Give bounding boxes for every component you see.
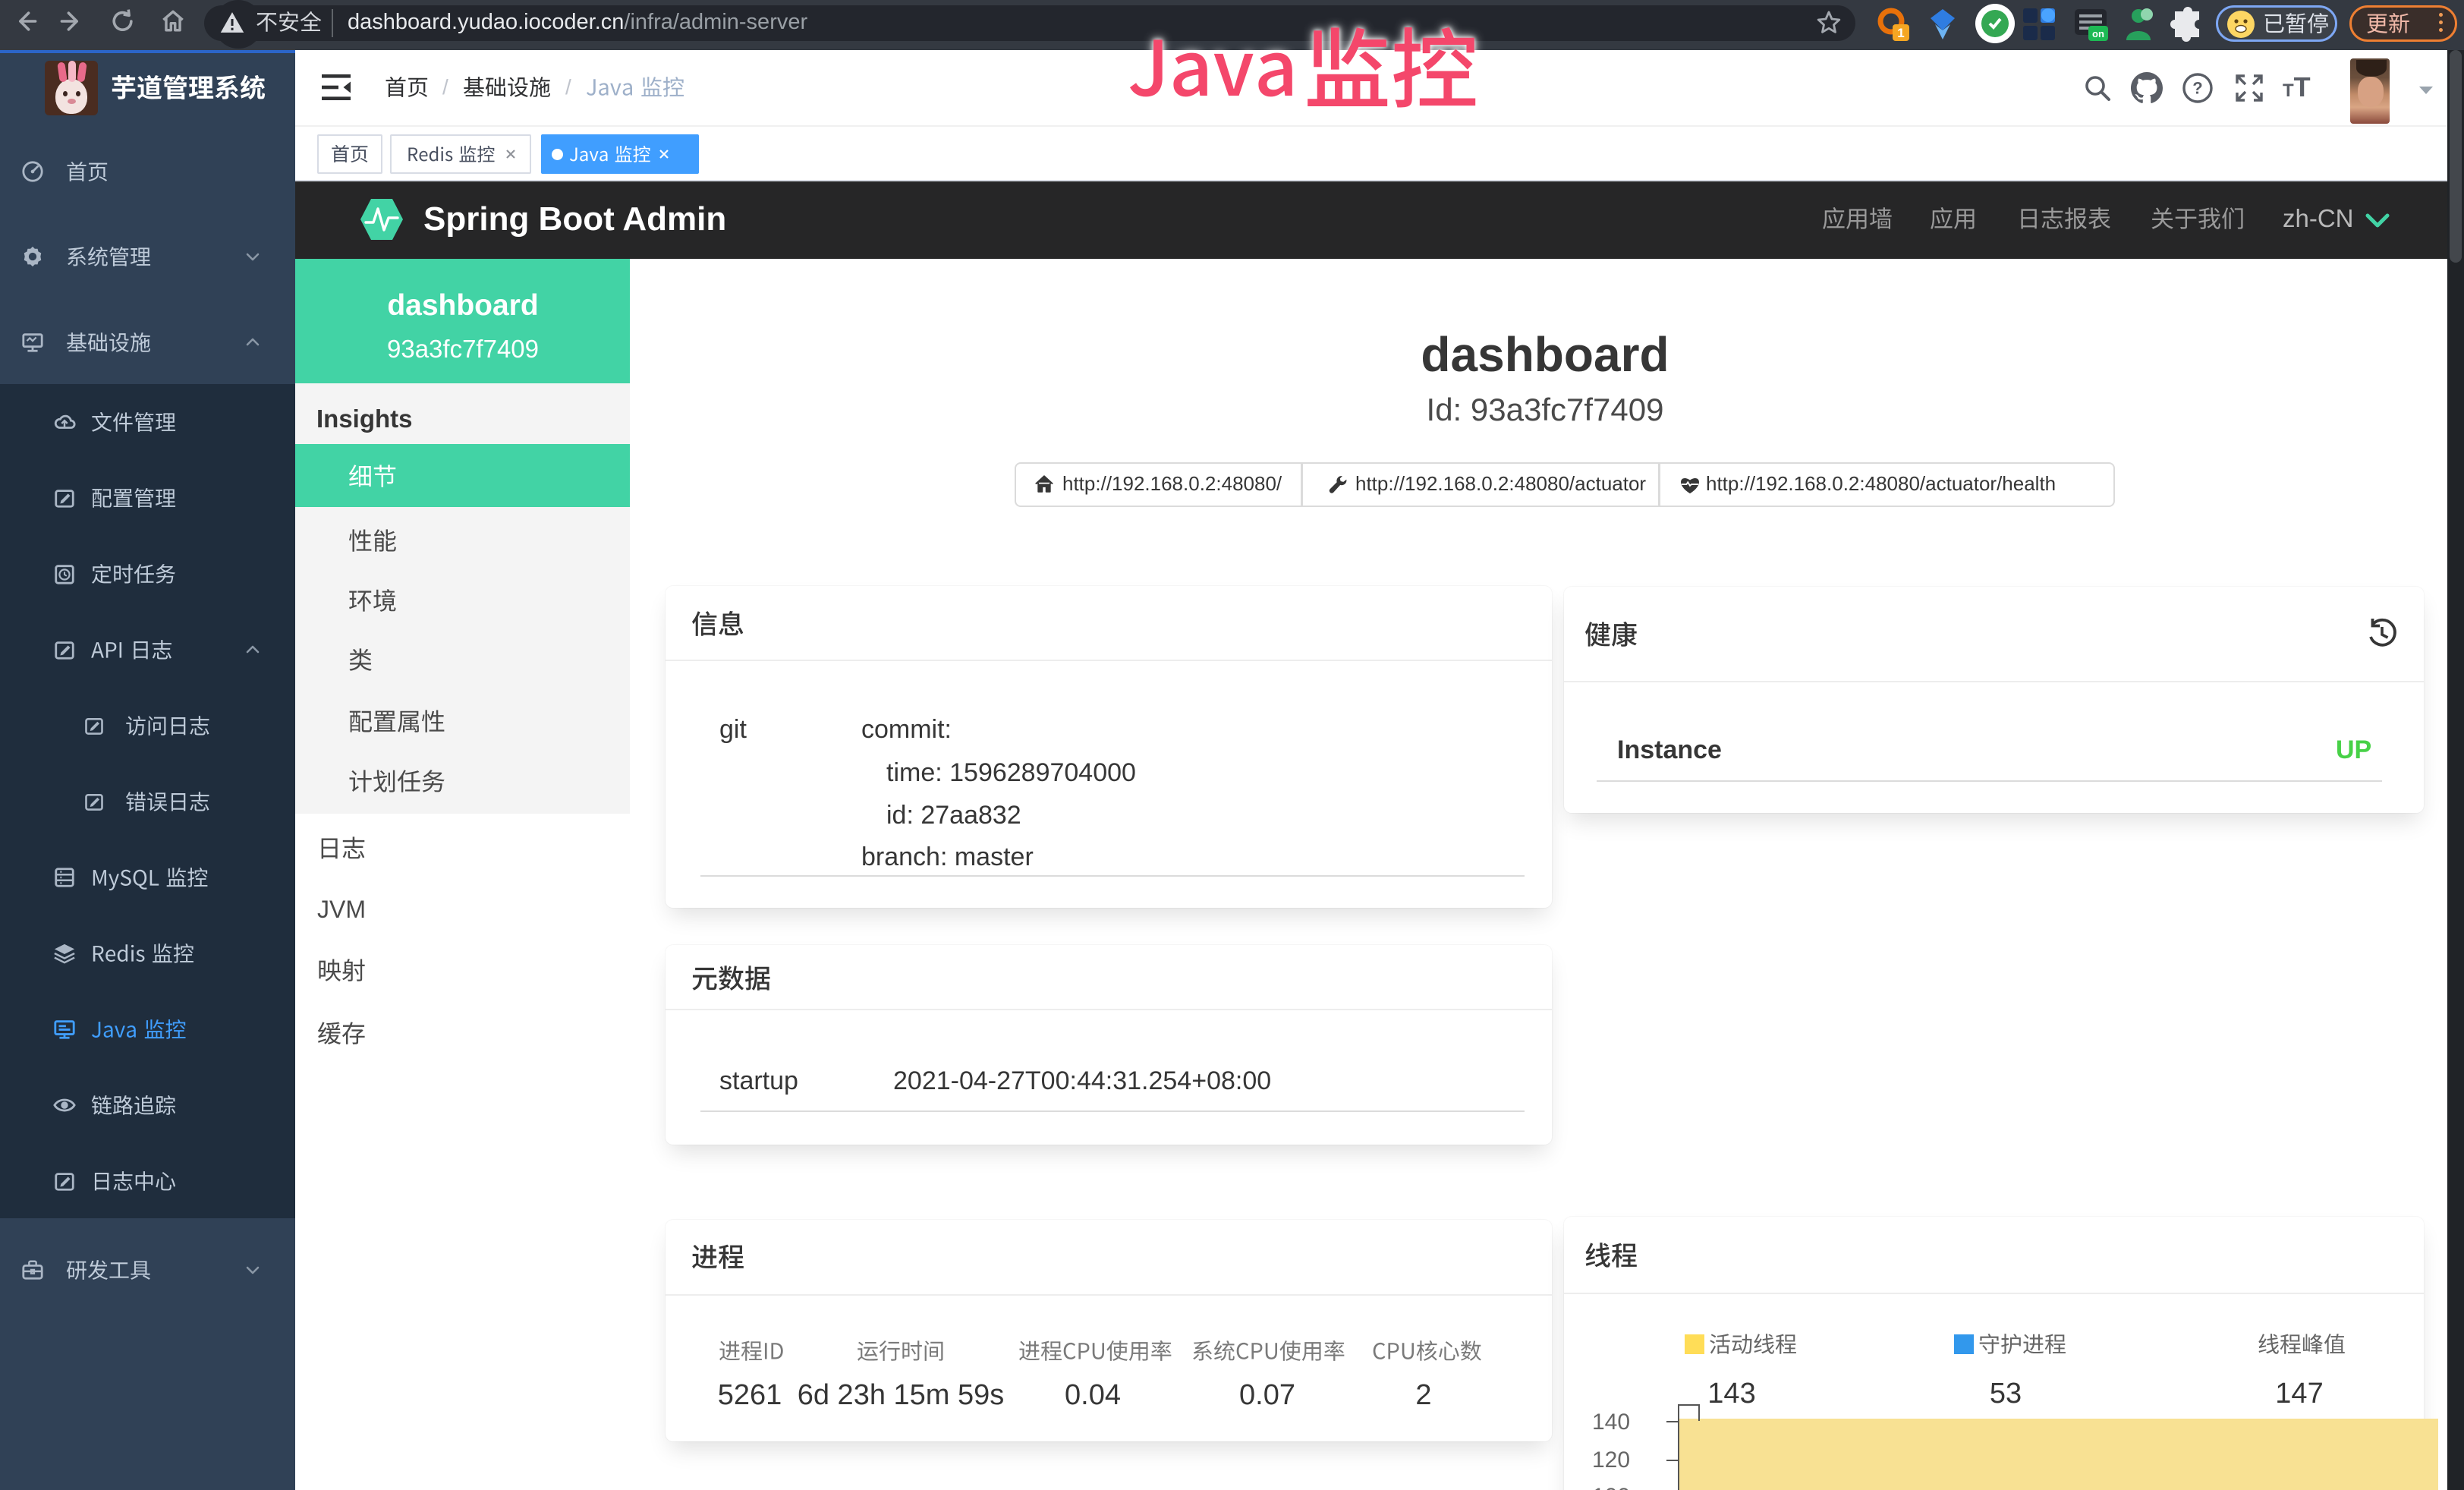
svg-text:1: 1 xyxy=(1897,26,1904,40)
svg-text:on: on xyxy=(2092,28,2104,39)
svg-text:?: ? xyxy=(2192,79,2202,98)
